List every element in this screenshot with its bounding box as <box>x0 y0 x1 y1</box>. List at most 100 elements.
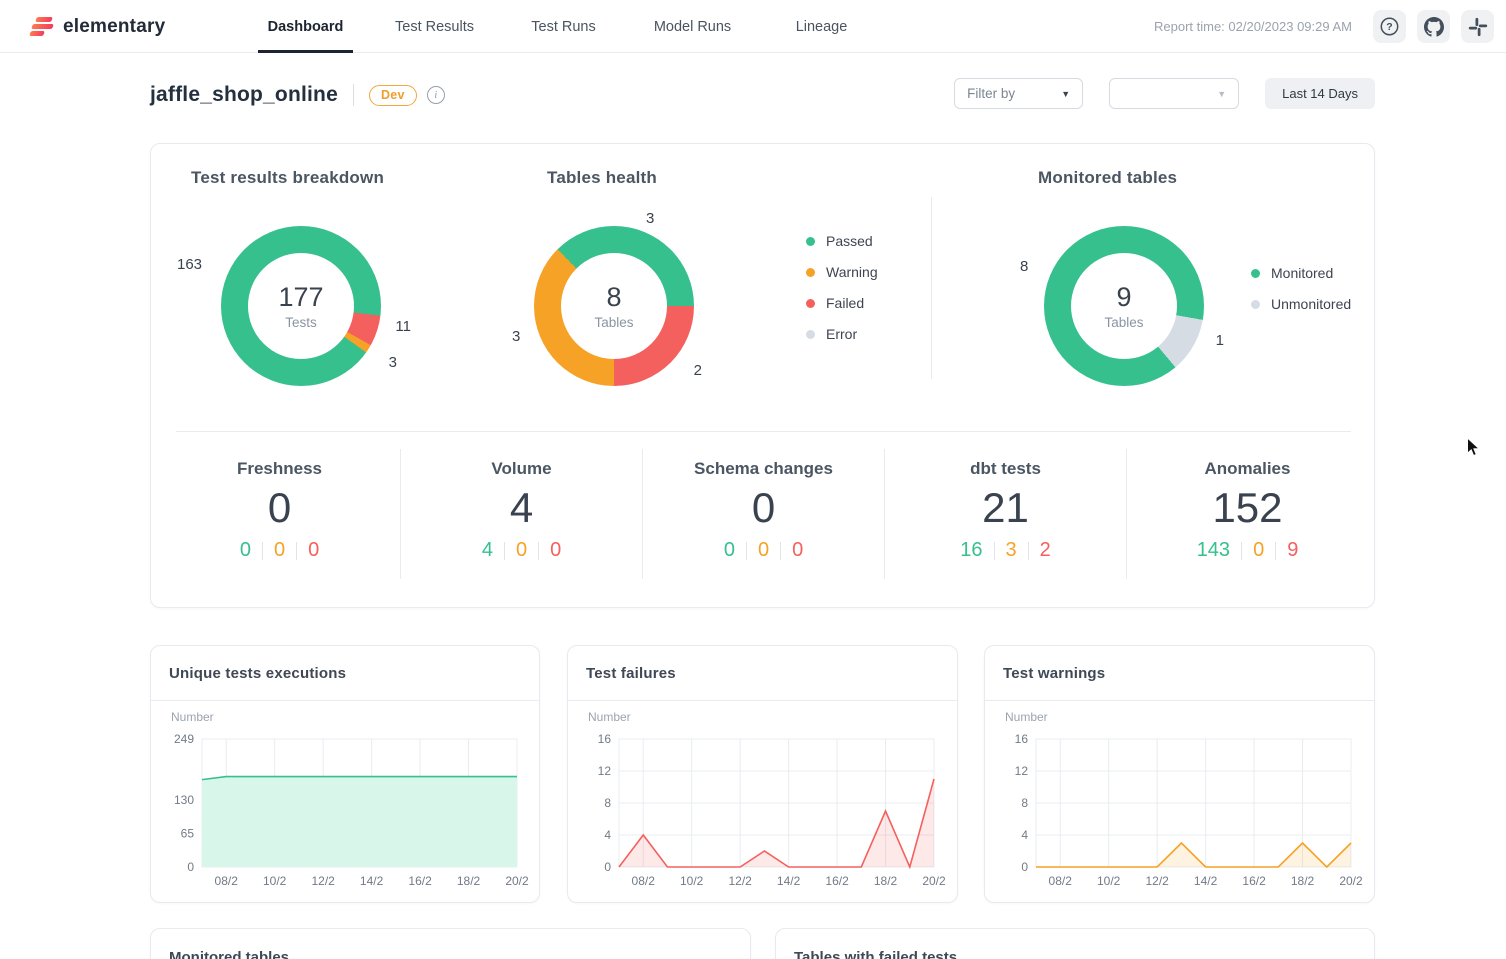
card-test-failures: Test failures Number161284008/210/212/21… <box>567 645 958 903</box>
stat-passed: 0 <box>240 539 251 562</box>
section-title-monitored-tables: Monitored tables <box>1038 168 1177 188</box>
chart-title: Test failures <box>586 665 676 682</box>
svg-text:16/2: 16/2 <box>825 874 849 888</box>
section-divider <box>931 197 932 379</box>
donut-tables-health: 8 Tables 3 3 2 <box>534 226 694 386</box>
svg-text:08/2: 08/2 <box>632 874 656 888</box>
tab-lineage[interactable]: Lineage <box>757 0 886 53</box>
test-warnings-chart: Number161284008/210/212/214/216/218/220/… <box>985 701 1374 911</box>
callout-passed: 3 <box>646 210 654 227</box>
legend-item-monitored: Monitored <box>1251 266 1351 280</box>
svg-text:0: 0 <box>1021 860 1028 874</box>
tab-test-runs[interactable]: Test Runs <box>499 0 628 53</box>
date-range-button[interactable]: Last 14 Days <box>1265 78 1375 109</box>
failed-dot-icon <box>806 299 815 308</box>
stat-warning: 0 <box>1253 539 1264 562</box>
chevron-down-icon: ▼ <box>1061 89 1070 99</box>
stat-total: 152 <box>1127 485 1368 531</box>
stat-total: 21 <box>885 485 1126 531</box>
donut-center-value: 177 <box>278 282 323 313</box>
filter-by-select[interactable]: Filter by ▼ <box>954 78 1083 109</box>
stat-warning: 0 <box>758 539 769 562</box>
secondary-select[interactable]: ▼ <box>1109 78 1239 109</box>
svg-text:?: ? <box>1386 21 1392 33</box>
github-button[interactable] <box>1417 10 1450 43</box>
svg-text:12/2: 12/2 <box>1145 874 1169 888</box>
stat-failed: 0 <box>550 539 561 562</box>
tab-test-results[interactable]: Test Results <box>370 0 499 53</box>
svg-text:12: 12 <box>598 764 612 778</box>
svg-text:20/2: 20/2 <box>1339 874 1363 888</box>
dashboard-page: elementary Dashboard Test Results Test R… <box>0 0 1506 959</box>
donut-test-results: 177 Tests 163 11 3 <box>221 226 381 386</box>
stat-total: 4 <box>401 485 642 531</box>
svg-text:12/2: 12/2 <box>728 874 752 888</box>
callout-monitored: 8 <box>1020 258 1028 275</box>
test-failures-chart: Number161284008/210/212/214/216/218/220/… <box>568 701 957 911</box>
section-title-tables-health: Tables health <box>547 168 657 188</box>
svg-text:4: 4 <box>1021 828 1028 842</box>
svg-text:0: 0 <box>604 860 611 874</box>
nav-tabs: Dashboard Test Results Test Runs Model R… <box>241 0 886 53</box>
donut-monitored-tables: 9 Tables 8 1 <box>1044 226 1204 386</box>
svg-text:16: 16 <box>598 732 612 746</box>
card-unique-tests-executions: Unique tests executions Number2491306500… <box>150 645 540 903</box>
stat-schema-changes: Schema changes 0 0 0 0 <box>642 449 884 579</box>
callout-warning: 3 <box>512 328 520 345</box>
legend-item-passed: Passed <box>806 234 878 248</box>
callout-failed: 2 <box>694 362 702 379</box>
svg-text:130: 130 <box>174 793 194 807</box>
legend-item-failed: Failed <box>806 296 878 310</box>
tab-dashboard[interactable]: Dashboard <box>241 0 370 53</box>
stat-passed: 0 <box>724 539 735 562</box>
stat-failed: 0 <box>308 539 319 562</box>
svg-text:18/2: 18/2 <box>457 874 481 888</box>
svg-text:Number: Number <box>171 710 214 724</box>
svg-text:16/2: 16/2 <box>408 874 432 888</box>
legend-item-unmonitored: Unmonitored <box>1251 297 1351 311</box>
stat-volume: Volume 4 4 0 0 <box>400 449 642 579</box>
svg-text:4: 4 <box>604 828 611 842</box>
stats-row: Freshness 0 0 0 0 Volume 4 4 0 0 Schema … <box>159 449 1368 579</box>
help-button[interactable]: ? <box>1373 10 1406 43</box>
svg-text:10/2: 10/2 <box>680 874 704 888</box>
svg-text:12/2: 12/2 <box>311 874 335 888</box>
svg-text:16: 16 <box>1015 732 1029 746</box>
legend-monitored: Monitored Unmonitored <box>1251 266 1351 328</box>
svg-text:0: 0 <box>187 860 194 874</box>
svg-text:8: 8 <box>1021 796 1028 810</box>
svg-text:18/2: 18/2 <box>1291 874 1315 888</box>
unmonitored-dot-icon <box>1251 300 1260 309</box>
slack-icon <box>1468 17 1488 37</box>
card-test-warnings: Test warnings Number161284008/210/212/21… <box>984 645 1375 903</box>
legend-test-status: Passed Warning Failed Error <box>806 234 878 358</box>
section-title-test-results: Test results breakdown <box>191 168 384 188</box>
slack-button[interactable] <box>1461 10 1494 43</box>
callout-passed: 163 <box>177 256 202 273</box>
stat-warning: 0 <box>274 539 285 562</box>
chart-title: Test warnings <box>1003 665 1105 682</box>
stat-warning: 3 <box>1006 539 1017 562</box>
card-title: Tables with failed tests <box>776 929 1374 959</box>
legend-item-warning: Warning <box>806 265 878 279</box>
stat-dbt-tests: dbt tests 21 16 3 2 <box>884 449 1126 579</box>
mouse-cursor <box>1466 437 1482 459</box>
env-badge: Dev <box>369 85 417 106</box>
info-icon[interactable]: i <box>427 86 445 104</box>
callout-warning: 3 <box>389 354 397 371</box>
unique-tests-executions-chart: Number24913065008/210/212/214/216/218/22… <box>151 701 539 911</box>
brand[interactable]: elementary <box>30 0 165 53</box>
filter-bar: Filter by ▼ ▼ Last 14 Days <box>954 78 1375 109</box>
legend-item-error: Error <box>806 327 878 341</box>
filter-by-label: Filter by <box>967 86 1015 101</box>
warning-dot-icon <box>806 268 815 277</box>
card-tables-with-failed-tests: Tables with failed tests <box>775 928 1375 959</box>
svg-text:12: 12 <box>1015 764 1029 778</box>
donut-center-label: Tables <box>1104 315 1143 330</box>
tab-model-runs[interactable]: Model Runs <box>628 0 757 53</box>
stat-warning: 0 <box>516 539 527 562</box>
svg-text:08/2: 08/2 <box>1049 874 1073 888</box>
svg-text:14/2: 14/2 <box>777 874 801 888</box>
svg-text:20/2: 20/2 <box>505 874 529 888</box>
card-title: Monitored tables <box>151 929 750 959</box>
